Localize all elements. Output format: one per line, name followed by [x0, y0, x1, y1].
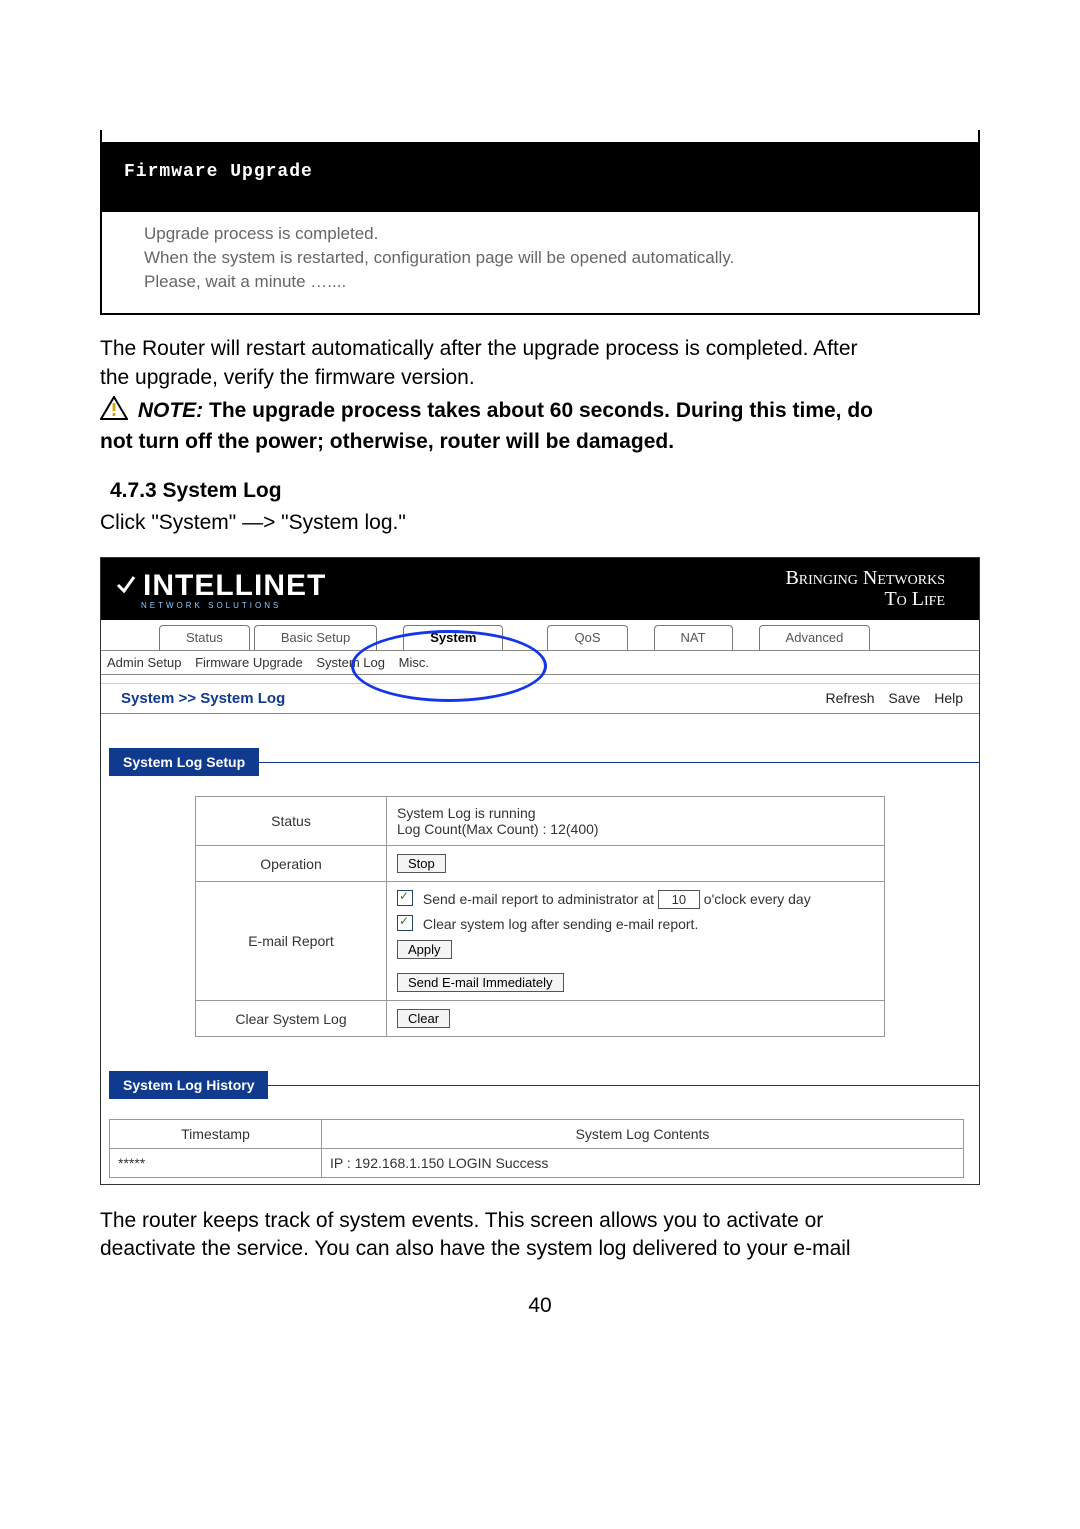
row-clear-label: Clear System Log [196, 1001, 387, 1037]
router-header: INTELLINET NETWORK SOLUTIONS Bringing Ne… [101, 558, 979, 620]
brand-block: INTELLINET NETWORK SOLUTIONS [115, 569, 326, 610]
link-save[interactable]: Save [888, 690, 920, 706]
tab-advanced[interactable]: Advanced [759, 625, 871, 650]
tab-basic-setup[interactable]: Basic Setup [254, 625, 377, 650]
email-text-b: o'clock every day [704, 891, 811, 907]
email-hour-input[interactable]: 10 [658, 890, 700, 909]
row-email-label: E-mail Report [196, 882, 387, 1001]
sub-tabs: Admin Setup Firmware Upgrade System Log … [101, 651, 979, 675]
link-help[interactable]: Help [934, 690, 963, 706]
slogan-line-1: Bringing Networks [785, 568, 945, 589]
firmware-msg-1: Upgrade process is completed. [144, 222, 936, 246]
row-operation-label: Operation [196, 846, 387, 882]
note-body-1: The upgrade process takes about 60 secon… [209, 399, 873, 422]
clear-button[interactable]: Clear [397, 1009, 450, 1028]
section-title-history: System Log History [109, 1071, 268, 1099]
tab-qos[interactable]: QoS [547, 625, 627, 650]
tab-status[interactable]: Status [159, 625, 250, 650]
subtab-firmware-upgrade[interactable]: Firmware Upgrade [195, 655, 303, 670]
router-ui-screenshot: INTELLINET NETWORK SOLUTIONS Bringing Ne… [100, 557, 980, 1185]
table-row: ***** IP : 192.168.1.150 LOGIN Success [110, 1149, 964, 1178]
apply-button[interactable]: Apply [397, 940, 452, 959]
send-email-immediately-button[interactable]: Send E-mail Immediately [397, 973, 564, 992]
stop-button[interactable]: Stop [397, 854, 446, 873]
email-text-a: Send e-mail report to administrator at [423, 891, 654, 907]
section-heading: 4.7.3 System Log [100, 479, 980, 503]
firmware-msg-2: When the system is restarted, configurat… [144, 246, 936, 270]
log-ts: ***** [110, 1149, 322, 1178]
slogan-line-2: To Life [785, 589, 945, 610]
section-title-setup: System Log Setup [109, 748, 259, 776]
checkbox-send-email[interactable] [397, 890, 413, 906]
col-timestamp: Timestamp [110, 1120, 322, 1149]
note-label: NOTE: [138, 399, 203, 422]
click-instruction: Click "System" —> "System log." [100, 509, 980, 537]
main-tabs: Status Basic Setup System QoS NAT Advanc… [101, 620, 979, 651]
slogan: Bringing Networks To Life [785, 568, 945, 610]
breadcrumb-bar: System >> System Log Refresh Save Help [101, 684, 979, 714]
doc-para-1b: the upgrade, verify the firmware version… [100, 364, 980, 392]
tab-nat[interactable]: NAT [654, 625, 733, 650]
firmware-upgrade-title: Firmware Upgrade [102, 130, 978, 212]
doc-after-2: deactivate the service. You can also hav… [100, 1235, 980, 1263]
checkmark-icon [115, 569, 137, 603]
system-log-history-table: Timestamp System Log Contents ***** IP :… [109, 1119, 964, 1178]
row-status-label: Status [196, 797, 387, 846]
status-logcount: Log Count(Max Count) : 12(400) [397, 821, 874, 837]
log-msg: IP : 192.168.1.150 LOGIN Success [322, 1149, 964, 1178]
subtab-misc[interactable]: Misc. [399, 655, 429, 670]
system-log-setup-table: Status System Log is running Log Count(M… [195, 796, 885, 1037]
doc-after-1: The router keeps track of system events.… [100, 1207, 980, 1235]
link-refresh[interactable]: Refresh [825, 690, 874, 706]
firmware-msg-3: Please, wait a minute ….... [144, 270, 936, 294]
page-number: 40 [100, 1294, 980, 1318]
checkbox-clear-after-send[interactable] [397, 915, 413, 931]
brand-name: INTELLINET [143, 569, 326, 603]
firmware-upgrade-screenshot: Firmware Upgrade Upgrade process is comp… [100, 130, 980, 315]
tab-system[interactable]: System [403, 625, 503, 650]
breadcrumb: System >> System Log [121, 690, 285, 707]
email-clear-text: Clear system log after sending e-mail re… [423, 916, 698, 932]
warning-icon [100, 396, 128, 428]
note-body-2: not turn off the power; otherwise, route… [100, 430, 674, 453]
subtab-system-log[interactable]: System Log [316, 655, 385, 670]
subtab-admin-setup[interactable]: Admin Setup [107, 655, 181, 670]
col-contents: System Log Contents [322, 1120, 964, 1149]
status-running: System Log is running [397, 805, 874, 821]
doc-para-1a: The Router will restart automatically af… [100, 335, 980, 363]
